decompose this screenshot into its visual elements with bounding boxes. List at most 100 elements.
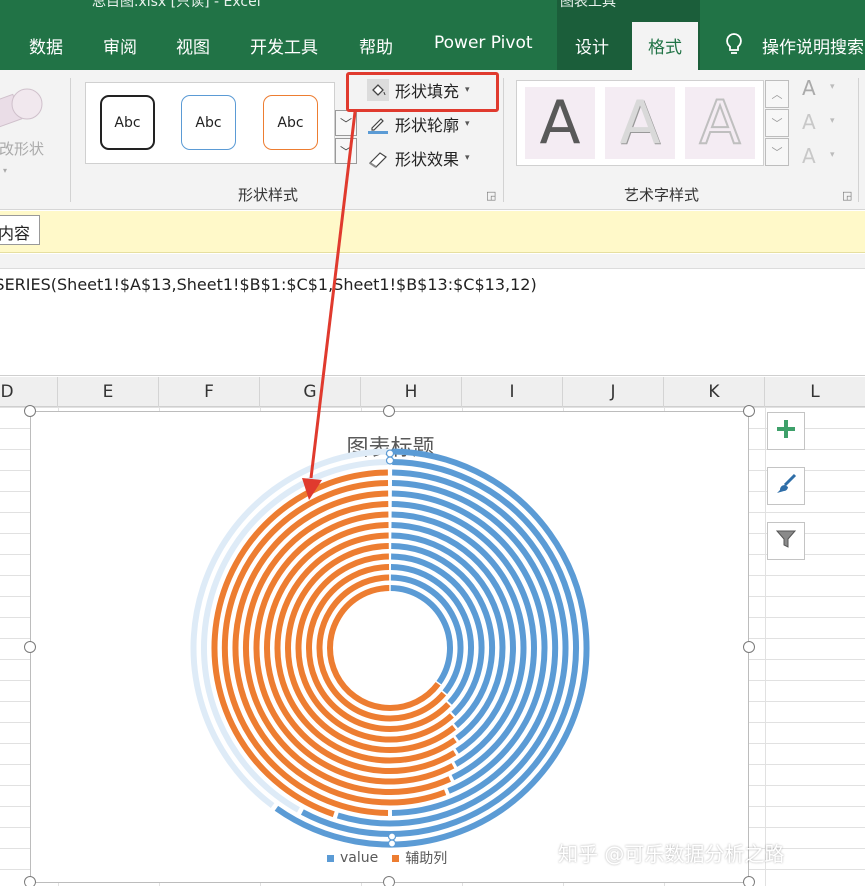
resize-handle[interactable] (24, 641, 36, 653)
ring-helper-segment[interactable] (327, 585, 441, 711)
legend-label-value: value (340, 850, 379, 866)
column-header-k[interactable]: K (664, 377, 765, 407)
wordart-style-dark[interactable]: A (525, 87, 595, 159)
point-selection-marker[interactable] (385, 456, 395, 465)
dropdown-arrow-icon: ▾ (830, 82, 835, 92)
column-header-f[interactable]: F (159, 377, 260, 407)
change-shape-dropdown-icon: ▾ (3, 166, 8, 175)
paintbrush-icon (774, 472, 798, 500)
group-separator (70, 78, 71, 202)
tab-design[interactable]: 设计 (575, 33, 609, 58)
dropdown-arrow-icon: ▾ (465, 119, 470, 129)
chart-area[interactable]: 图表标题 value 辅助列 (30, 411, 749, 883)
wordart-down-button[interactable]: ﹀ (765, 109, 789, 137)
ribbon-tab-bar: 总目图.xlsx [只读] - Excel 图表工具 数据 审阅 视图 开发工具… (0, 0, 865, 70)
wordart-more-button[interactable]: ﹀ (765, 138, 789, 166)
legend-swatch-helper (392, 854, 400, 862)
more-icon: ﹀ (771, 146, 783, 159)
shape-styles-group-label: 形状样式 (238, 186, 299, 204)
formula-bar[interactable]: =SERIES(Sheet1!$A$13,Sheet1!$B$1:$C$1,Sh… (0, 268, 865, 376)
tab-developer[interactable]: 开发工具 (250, 33, 318, 58)
group-separator (858, 78, 859, 202)
chart-legend[interactable]: value 辅助列 (327, 848, 447, 868)
wordart-group-label: 艺术字样式 (624, 186, 700, 204)
tab-review[interactable]: 审阅 (103, 33, 137, 58)
gallery-scroll: ﹀ ﹀ (335, 110, 357, 166)
shape-style-blue[interactable]: Abc (181, 95, 236, 150)
column-header-h[interactable]: H (361, 377, 462, 407)
text-fill-button[interactable]: A (802, 76, 816, 100)
tab-view[interactable]: 视图 (176, 33, 210, 58)
dialog-launcher-icon[interactable]: ◲ (842, 189, 852, 202)
column-headers: D E F G H I J K L (0, 377, 865, 407)
plus-icon (775, 418, 797, 444)
group-separator (503, 78, 504, 202)
doughnut-chart[interactable] (31, 412, 750, 884)
text-outline-button[interactable]: A (802, 110, 816, 134)
column-header-j[interactable]: J (563, 377, 664, 407)
dialog-launcher-icon[interactable]: ◲ (486, 189, 496, 202)
wordart-style-light[interactable]: A (605, 87, 675, 159)
wordart-scroll: ︿ ﹀ ﹀ (765, 80, 789, 167)
chevron-down-icon: ﹀ (771, 117, 783, 130)
tab-help[interactable]: 帮助 (359, 33, 393, 58)
shape-style-gallery: Abc Abc Abc (85, 82, 335, 164)
tab-format[interactable]: 格式 (632, 22, 698, 70)
point-selection-marker[interactable] (387, 839, 397, 848)
gallery-more-button[interactable]: ﹀ (335, 138, 357, 164)
tell-me-search[interactable]: 操作说明搜索 (762, 33, 864, 58)
text-effects-button[interactable]: A (802, 144, 816, 168)
gallery-down-button[interactable]: ﹀ (335, 110, 357, 136)
tab-data[interactable]: 数据 (29, 33, 63, 58)
lightbulb-icon[interactable] (724, 32, 744, 56)
formula-text: =SERIES(Sheet1!$A$13,Sheet1!$B$1:$C$1,Sh… (0, 275, 537, 294)
resize-handle[interactable] (743, 405, 755, 417)
wordart-style-outline[interactable]: A (685, 87, 755, 159)
shape-effects-label: 形状效果 (395, 150, 460, 169)
tab-power-pivot[interactable]: Power Pivot (434, 33, 533, 53)
shape-outline-button[interactable]: 形状轮廓 ▾ (367, 110, 470, 138)
dropdown-arrow-icon: ▾ (465, 153, 470, 163)
name-box[interactable]: 内容 (0, 215, 40, 245)
pen-icon (367, 113, 389, 135)
funnel-icon (775, 528, 797, 554)
chart-styles-button[interactable] (767, 467, 805, 505)
window-title: 总目图.xlsx [只读] - Excel (92, 0, 261, 10)
legend-label-helper: 辅助列 (405, 851, 448, 867)
resize-handle[interactable] (743, 641, 755, 653)
title-strip: 总目图.xlsx [只读] - Excel 图表工具 (0, 0, 865, 20)
highlight-box (346, 72, 499, 112)
point-selection-marker[interactable] (387, 832, 397, 841)
resize-handle[interactable] (743, 876, 755, 886)
column-header-d[interactable]: D (0, 377, 58, 407)
spacer (0, 254, 865, 268)
resize-handle[interactable] (24, 876, 36, 886)
wordart-gallery: A A A (516, 80, 764, 166)
chart-elements-button[interactable] (767, 412, 805, 450)
change-shape-label: 更改形状 (0, 140, 45, 158)
shape-effects-icon (367, 147, 389, 169)
chevron-up-icon: ︿ (771, 88, 783, 101)
watermark: 知乎 @可乐数据分析之路 (558, 842, 785, 866)
dropdown-arrow-icon: ▾ (830, 116, 835, 126)
shape-style-orange[interactable]: Abc (263, 95, 318, 150)
point-selection-marker[interactable] (385, 449, 395, 458)
column-header-g[interactable]: G (260, 377, 361, 407)
column-header-l[interactable]: L (765, 377, 865, 407)
wordart-up-button[interactable]: ︿ (765, 80, 789, 108)
column-header-i[interactable]: I (462, 377, 563, 407)
more-icon: ﹀ (339, 144, 352, 159)
resize-handle[interactable] (383, 405, 395, 417)
dropdown-arrow-icon: ▾ (830, 150, 835, 160)
resize-handle[interactable] (383, 876, 395, 886)
resize-handle[interactable] (24, 405, 36, 417)
formula-viewport: =SERIES(Sheet1!$A$13,Sheet1!$B$1:$C$1,Sh… (0, 275, 865, 299)
shape-style-dark[interactable]: Abc (100, 95, 155, 150)
change-shape-group[interactable]: 更改形状 ▾ (0, 80, 66, 180)
change-shape-icon (0, 88, 43, 129)
legend-swatch-value (327, 854, 334, 862)
shape-effects-button[interactable]: 形状效果 ▾ (367, 144, 470, 172)
message-bar: 内容 (0, 211, 865, 253)
chart-filters-button[interactable] (767, 522, 805, 560)
column-header-e[interactable]: E (58, 377, 159, 407)
